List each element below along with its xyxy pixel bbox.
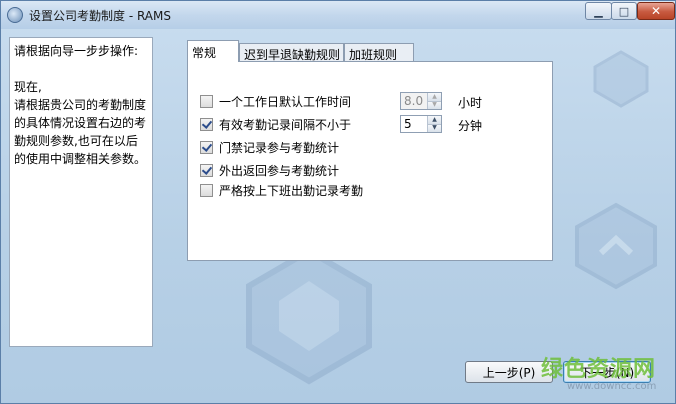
guide-heading: 请根据向导一步步操作: bbox=[14, 44, 139, 58]
tab-late-early-absence[interactable]: 迟到早退缺勤规则 bbox=[239, 43, 344, 62]
guide-text: 现在, 请根据贵公司的考勤制度 的具体情况设置右边的考 勤规则参数,也可在以后 … bbox=[14, 78, 148, 168]
access-records-row[interactable]: 门禁记录参与考勤统计 bbox=[200, 138, 339, 156]
strict-shift-label: 严格按上下班出勤记录考勤 bbox=[219, 183, 364, 198]
maximize-icon: □ bbox=[618, 4, 630, 18]
close-button[interactable]: ✕ bbox=[637, 2, 675, 20]
tab-overtime[interactable]: 加班规则 bbox=[344, 43, 414, 62]
outing-records-row[interactable]: 外出返回参与考勤统计 bbox=[200, 161, 339, 179]
minutes-unit-label: 分钟 bbox=[458, 119, 483, 133]
min-interval-label: 有效考勤记录间隔不小于 bbox=[219, 117, 352, 132]
general-settings-panel: 一个工作日默认工作时间 8.0 ▲ ▼ 小时 有效考勤记录间隔不小于 5 ▲ ▼… bbox=[187, 61, 553, 261]
access-records-checkbox[interactable] bbox=[200, 140, 213, 154]
guide-panel: 请根据向导一步步操作: 现在, 请根据贵公司的考勤制度 的具体情况设置右边的考 … bbox=[9, 37, 153, 347]
hours-unit-label: 小时 bbox=[458, 96, 483, 110]
spin-up-icon[interactable]: ▲ bbox=[428, 116, 441, 124]
guide-line: 勤规则参数,也可在以后 bbox=[14, 134, 138, 148]
outing-records-checkbox[interactable] bbox=[200, 163, 213, 177]
minimize-icon: ▁ bbox=[594, 4, 603, 18]
close-icon: ✕ bbox=[650, 4, 662, 18]
access-records-label: 门禁记录参与考勤统计 bbox=[219, 140, 340, 155]
workday-hours-value: 8.0 bbox=[404, 94, 424, 108]
guide-line: 的具体情况设置右边的考 bbox=[14, 116, 147, 130]
min-interval-value: 5 bbox=[404, 117, 412, 131]
spin-down-icon[interactable]: ▼ bbox=[428, 100, 441, 109]
guide-line: 现在, bbox=[14, 80, 42, 94]
guide-line: 的使用中调整相关参数。 bbox=[14, 152, 147, 166]
tab-general[interactable]: 常规 bbox=[187, 40, 239, 62]
spin-up-icon[interactable]: ▲ bbox=[428, 93, 441, 101]
min-interval-spinner[interactable]: 5 ▲ ▼ bbox=[400, 115, 442, 133]
workday-default-row[interactable]: 一个工作日默认工作时间 bbox=[200, 92, 351, 110]
title-bar[interactable]: 设置公司考勤制度 - RAMS ▁ □ ✕ bbox=[1, 1, 675, 29]
strict-shift-row[interactable]: 严格按上下班出勤记录考勤 bbox=[200, 181, 363, 199]
workday-default-label: 一个工作日默认工作时间 bbox=[219, 94, 352, 109]
prev-button[interactable]: 上一步(P) bbox=[465, 361, 553, 383]
outing-records-label: 外出返回参与考勤统计 bbox=[219, 163, 340, 178]
background-emblem-large bbox=[246, 247, 372, 385]
min-interval-checkbox[interactable] bbox=[200, 117, 213, 131]
workday-default-checkbox[interactable] bbox=[200, 94, 213, 108]
window-title: 设置公司考勤制度 - RAMS bbox=[29, 9, 171, 23]
strict-shift-checkbox[interactable] bbox=[200, 183, 213, 197]
dialog-window: 设置公司考勤制度 - RAMS ▁ □ ✕ 请根据向导一步步操作: 现在, 请根… bbox=[0, 0, 676, 404]
workday-hours-spinner[interactable]: 8.0 ▲ ▼ bbox=[400, 92, 442, 110]
watermark-logo: 绿色资源网 bbox=[541, 357, 657, 382]
guide-line: 请根据贵公司的考勤制度 bbox=[14, 98, 147, 112]
app-icon bbox=[7, 7, 23, 23]
background-emblem-right-mid bbox=[575, 202, 657, 290]
spin-down-icon[interactable]: ▼ bbox=[428, 123, 441, 132]
min-interval-row[interactable]: 有效考勤记录间隔不小于 bbox=[200, 115, 351, 133]
maximize-button[interactable]: □ bbox=[611, 2, 637, 20]
background-emblem-right-top bbox=[593, 50, 649, 108]
watermark-url: www.downcc.com bbox=[567, 381, 657, 392]
minimize-button[interactable]: ▁ bbox=[585, 2, 612, 20]
